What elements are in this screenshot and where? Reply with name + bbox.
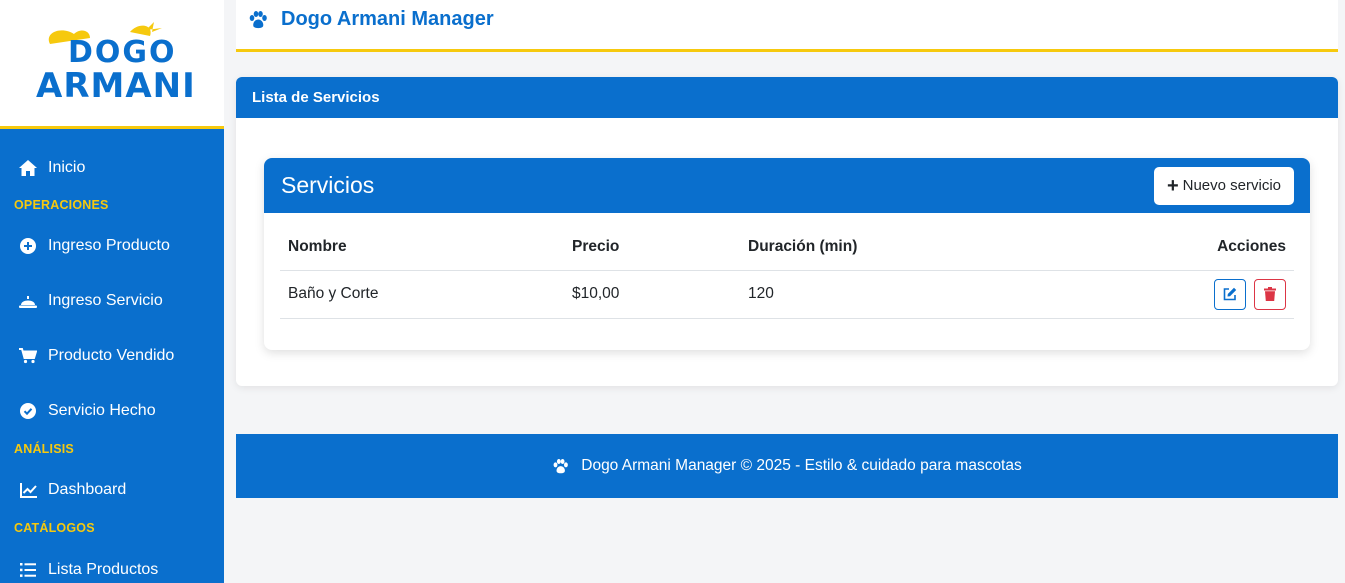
bell-icon bbox=[19, 292, 37, 310]
cell-nombre: Baño y Corte bbox=[280, 270, 564, 319]
edit-icon bbox=[1223, 287, 1237, 301]
cart-icon bbox=[19, 347, 37, 365]
column-header-nombre: Nombre bbox=[280, 225, 564, 271]
cell-precio: $10,00 bbox=[564, 270, 740, 319]
sidebar-item-ingreso-producto[interactable]: Ingreso Producto bbox=[0, 229, 224, 263]
sidebar-item-label: Producto Vendido bbox=[48, 347, 175, 364]
list-icon bbox=[19, 561, 37, 579]
row-actions bbox=[1214, 278, 1286, 310]
trash-icon bbox=[1264, 287, 1276, 301]
sidebar-item-producto-vendido[interactable]: Producto Vendido bbox=[0, 339, 224, 373]
panel-title: Servicios bbox=[281, 172, 375, 198]
services-panel: Servicios + Nuevo servicio Nombre Precio… bbox=[264, 158, 1310, 350]
sidebar-section-catalogos: CATÁLOGOS bbox=[14, 521, 95, 535]
footer: Dogo Armani Manager © 2025 - Estilo & cu… bbox=[236, 434, 1338, 498]
logo-area[interactable]: DOGO ARMANI bbox=[0, 0, 224, 129]
paw-icon bbox=[552, 458, 569, 474]
sidebar-section-operaciones: OPERACIONES bbox=[14, 198, 109, 212]
logo-text-top: DOGO bbox=[68, 35, 177, 70]
sidebar-item-label: Ingreso Producto bbox=[48, 237, 170, 254]
new-service-label: Nuevo servicio bbox=[1182, 177, 1281, 194]
services-table: Nombre Precio Duración (min) Acciones Ba… bbox=[280, 225, 1294, 319]
sidebar-item-label: Inicio bbox=[48, 159, 86, 176]
plus-circle-icon bbox=[19, 237, 37, 255]
check-circle-icon bbox=[19, 402, 37, 420]
table-header-row: Nombre Precio Duración (min) Acciones bbox=[280, 225, 1294, 271]
column-header-acciones: Acciones bbox=[1040, 225, 1294, 271]
sidebar-section-analisis: ANÁLISIS bbox=[14, 442, 74, 456]
chart-line-icon bbox=[19, 481, 37, 499]
dogo-armani-logo: DOGO ARMANI bbox=[36, 22, 194, 102]
page-title: Dogo Armani Manager bbox=[281, 8, 494, 30]
services-card: Lista de Servicios Servicios + Nuevo ser… bbox=[236, 77, 1338, 386]
edit-button[interactable] bbox=[1214, 278, 1246, 310]
sidebar: DOGO ARMANI Inicio OPERACIONES Ingreso P… bbox=[0, 0, 224, 583]
sidebar-item-label: Lista Productos bbox=[48, 561, 159, 578]
cell-acciones bbox=[1040, 270, 1294, 319]
sidebar-item-label: Dashboard bbox=[48, 481, 127, 498]
sidebar-item-servicio-hecho[interactable]: Servicio Hecho bbox=[0, 394, 224, 428]
footer-text: Dogo Armani Manager © 2025 - Estilo & cu… bbox=[581, 457, 1022, 474]
sidebar-item-inicio[interactable]: Inicio bbox=[0, 151, 224, 185]
cell-duracion: 120 bbox=[740, 270, 1040, 319]
new-service-button[interactable]: + Nuevo servicio bbox=[1153, 166, 1294, 205]
home-icon bbox=[19, 159, 37, 177]
sidebar-item-label: Servicio Hecho bbox=[48, 402, 156, 419]
sidebar-item-ingreso-servicio[interactable]: Ingreso Servicio bbox=[0, 284, 224, 318]
plus-icon: + bbox=[1166, 174, 1179, 197]
table-row: Baño y Corte $10,00 120 bbox=[280, 270, 1294, 319]
top-header: Dogo Armani Manager bbox=[236, 0, 1338, 52]
sidebar-item-lista-productos[interactable]: Lista Productos bbox=[0, 553, 224, 583]
column-header-duracion: Duración (min) bbox=[740, 225, 1040, 271]
logo-text-bottom: ARMANI bbox=[36, 66, 194, 102]
sidebar-item-label: Ingreso Servicio bbox=[48, 292, 163, 309]
delete-button[interactable] bbox=[1254, 278, 1286, 310]
panel-header: Servicios + Nuevo servicio bbox=[264, 158, 1310, 213]
sidebar-item-dashboard[interactable]: Dashboard bbox=[0, 473, 224, 507]
paw-icon bbox=[248, 10, 268, 29]
card-header: Lista de Servicios bbox=[236, 77, 1338, 118]
column-header-precio: Precio bbox=[564, 225, 740, 271]
